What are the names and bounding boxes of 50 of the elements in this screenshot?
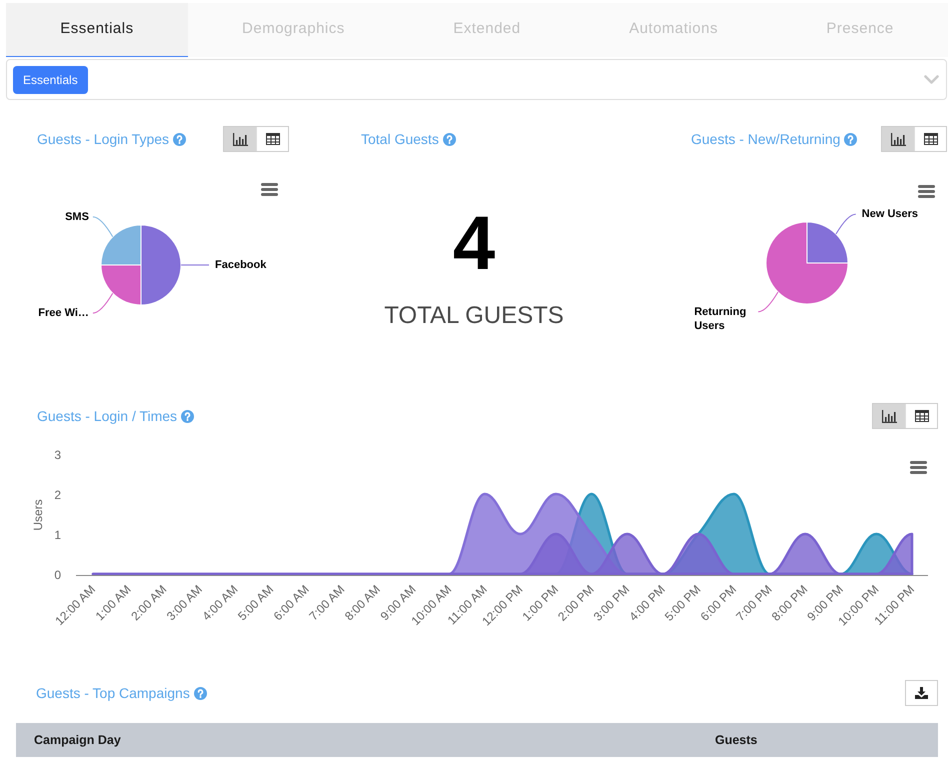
axis-label: 0 xyxy=(54,568,61,582)
tab[interactable]: Automations xyxy=(574,3,772,57)
table-icon xyxy=(914,410,928,422)
leader-line xyxy=(758,292,778,312)
section-title: Guests - Login / Times xyxy=(37,406,178,426)
tab[interactable]: Extended xyxy=(399,3,575,57)
axis-title: Users xyxy=(31,499,45,531)
slice-label: Facebook xyxy=(215,258,266,272)
slice-label: SMS xyxy=(65,210,89,224)
download-icon xyxy=(915,687,928,699)
bar-chart-icon xyxy=(232,132,248,146)
chart-view-button[interactable] xyxy=(882,127,914,151)
section-title: Total Guests xyxy=(361,130,439,148)
table-icon xyxy=(924,133,938,145)
section-title: Guests - New/Returning xyxy=(691,130,840,149)
table-icon xyxy=(266,133,280,145)
chart-view-button[interactable] xyxy=(224,127,256,151)
help-icon[interactable] xyxy=(173,132,186,146)
menu-icon[interactable] xyxy=(261,183,278,196)
tab[interactable]: Demographics xyxy=(188,3,399,57)
help-icon[interactable] xyxy=(181,410,194,422)
column-header: Guests xyxy=(715,732,758,749)
slice-label: New Users xyxy=(862,207,918,222)
total-guests-label: TOTAL GUESTS xyxy=(384,304,564,328)
leader-line xyxy=(92,216,114,238)
total-guests-value: 4 xyxy=(452,206,496,282)
slice-label: Free Wi… xyxy=(38,306,89,320)
axis-label: 1 xyxy=(54,528,61,542)
bar-chart-icon xyxy=(882,410,896,422)
axis-label: 2 xyxy=(54,488,61,502)
tab[interactable]: Presence xyxy=(772,3,948,57)
section-title: Guests - Login Types xyxy=(37,130,170,149)
bar-chart-icon xyxy=(890,132,906,146)
menu-icon[interactable] xyxy=(918,185,935,198)
help-icon[interactable] xyxy=(194,686,207,700)
axis-label: 3 xyxy=(54,448,61,462)
download-button[interactable] xyxy=(905,680,938,706)
filter-tag[interactable]: Essentials xyxy=(13,66,88,94)
tab[interactable]: Essentials xyxy=(6,3,188,57)
leader-line xyxy=(92,292,114,314)
slice-label: Returning Users xyxy=(694,304,748,333)
leader-line xyxy=(180,264,210,266)
chart-view-button[interactable] xyxy=(873,404,905,428)
section-title: Guests - Top Campaigns xyxy=(36,684,190,703)
tag-select-field[interactable]: Essentials xyxy=(6,59,947,100)
help-icon[interactable] xyxy=(442,132,456,146)
help-icon[interactable] xyxy=(844,132,858,146)
leader-line xyxy=(836,214,856,234)
menu-icon[interactable] xyxy=(910,461,927,474)
column-header: Campaign Day xyxy=(33,732,122,749)
